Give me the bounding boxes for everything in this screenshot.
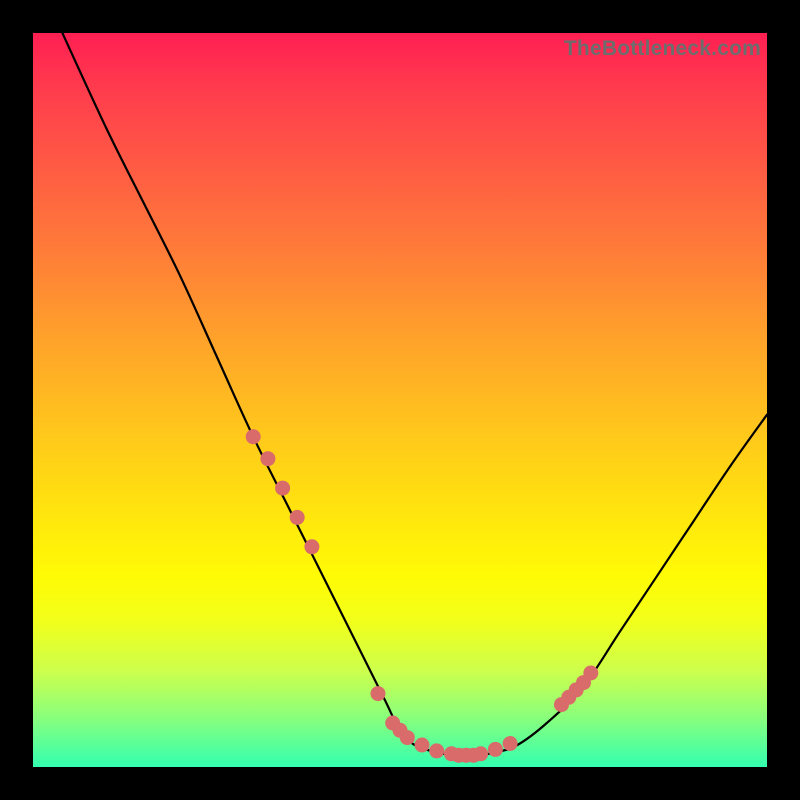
highlight-dot — [275, 481, 290, 496]
bottleneck-curve — [62, 33, 767, 757]
highlight-dots-group — [246, 429, 599, 763]
highlight-dot — [503, 736, 518, 751]
highlight-dot — [371, 686, 386, 701]
highlight-dot — [260, 451, 275, 466]
highlight-dot — [246, 429, 261, 444]
highlight-dot — [400, 730, 415, 745]
highlight-dot — [415, 738, 430, 753]
highlight-dot — [473, 746, 488, 761]
chart-overlay-svg — [33, 33, 767, 767]
highlight-dot — [304, 539, 319, 554]
highlight-dot — [290, 510, 305, 525]
highlight-dot — [488, 742, 503, 757]
highlight-dot — [583, 666, 598, 681]
plot-area: TheBottleneck.com — [33, 33, 767, 767]
outer-frame: TheBottleneck.com — [0, 0, 800, 800]
highlight-dot — [429, 743, 444, 758]
